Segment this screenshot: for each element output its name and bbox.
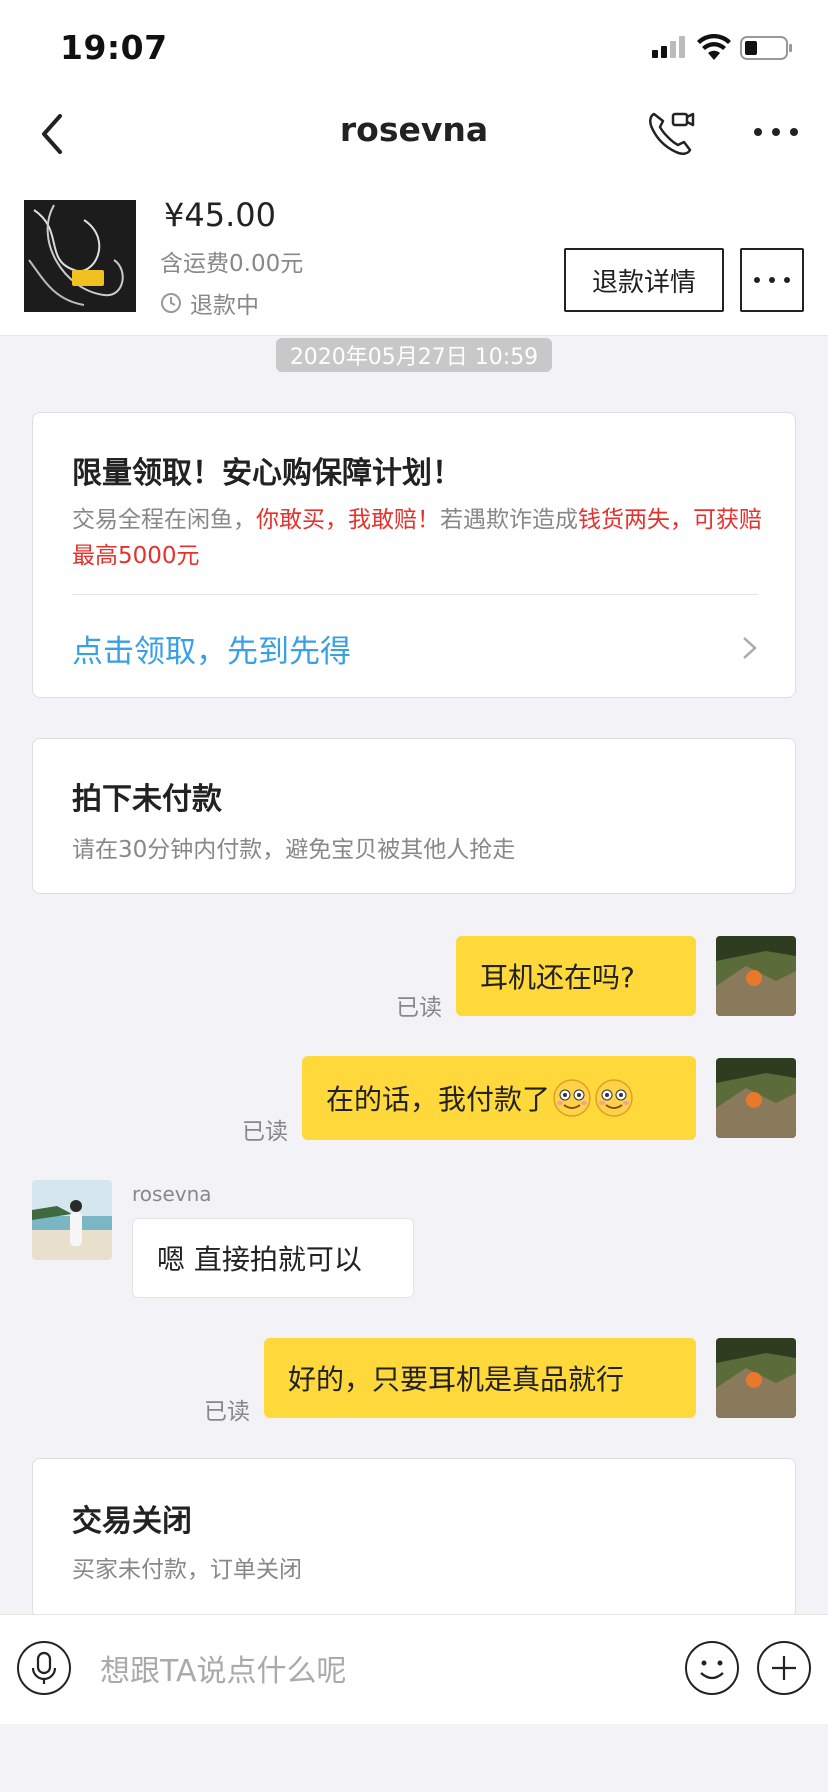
chat-bubble-received[interactable]: 嗯 直接拍就可以	[132, 1218, 414, 1298]
message-input[interactable]: 想跟TA说点什么呢	[100, 1640, 660, 1696]
chevron-right-icon[interactable]	[740, 634, 760, 662]
read-receipt: 已读	[396, 995, 442, 1021]
refund-status: 退款中	[160, 286, 259, 320]
read-receipt: 已读	[204, 1399, 250, 1425]
read-receipt: 已读	[242, 1119, 288, 1145]
page-title: rosevna	[339, 110, 489, 149]
claim-link[interactable]: 点击领取，先到先得	[72, 626, 351, 671]
avatar-me[interactable]	[716, 936, 796, 1016]
call-icon[interactable]	[646, 108, 696, 158]
avatar-me[interactable]	[716, 1338, 796, 1418]
promo-title: 限量领取！安心购保障计划！	[72, 456, 462, 491]
promo-description: 交易全程在闲鱼，你敢买，我敢赔！若遇欺诈造成钱货两失，可获赔最高5000元	[72, 502, 762, 574]
microphone-icon[interactable]	[16, 1640, 72, 1696]
chat-bubble-sent[interactable]: 在的话，我付款了	[302, 1056, 696, 1140]
status-time: 19:07	[60, 28, 168, 67]
refund-details-button[interactable]: 退款详情	[564, 248, 724, 312]
more-options-icon	[754, 277, 790, 283]
sender-name: rosevna	[132, 1182, 212, 1206]
product-thumbnail[interactable]	[24, 200, 136, 312]
unpaid-title: 拍下未付款	[72, 782, 222, 817]
promo-text-3: 若遇欺诈造成	[440, 507, 578, 533]
emoji-icon[interactable]	[684, 1640, 740, 1696]
refund-status-label: 退款中	[190, 293, 259, 319]
plus-icon[interactable]	[756, 1640, 812, 1696]
wifi-icon	[697, 34, 731, 60]
grin-icon	[553, 1079, 591, 1117]
product-price: ¥45.00	[164, 196, 276, 234]
closed-title: 交易关闭	[72, 1504, 192, 1539]
clock-icon	[161, 293, 181, 313]
battery-icon	[740, 36, 792, 60]
unpaid-subtitle: 请在30分钟内付款，避免宝贝被其他人抢走	[72, 837, 516, 863]
shipping-fee: 含运费0.00元	[160, 251, 304, 277]
cellular-signal-icon	[652, 36, 685, 58]
promo-text-2: 你敢买，我敢赔！	[256, 507, 440, 533]
product-more-button[interactable]	[740, 248, 804, 312]
chat-bubble-sent[interactable]: 耳机还在吗?	[456, 936, 696, 1016]
avatar-rosevna[interactable]	[32, 1180, 112, 1260]
promo-text-1: 交易全程在闲鱼，	[72, 507, 256, 533]
chat-bubble-sent[interactable]: 好的，只要耳机是真品就行	[264, 1338, 696, 1418]
chat-timestamp: 2020年05月27日 10:59	[276, 338, 552, 372]
grin-icon	[595, 1079, 633, 1117]
more-options-icon[interactable]	[752, 120, 800, 144]
avatar-me[interactable]	[716, 1058, 796, 1138]
closed-subtitle: 买家未付款，订单关闭	[72, 1557, 302, 1583]
message-text: 在的话，我付款了	[326, 1083, 551, 1116]
divider	[72, 594, 758, 595]
